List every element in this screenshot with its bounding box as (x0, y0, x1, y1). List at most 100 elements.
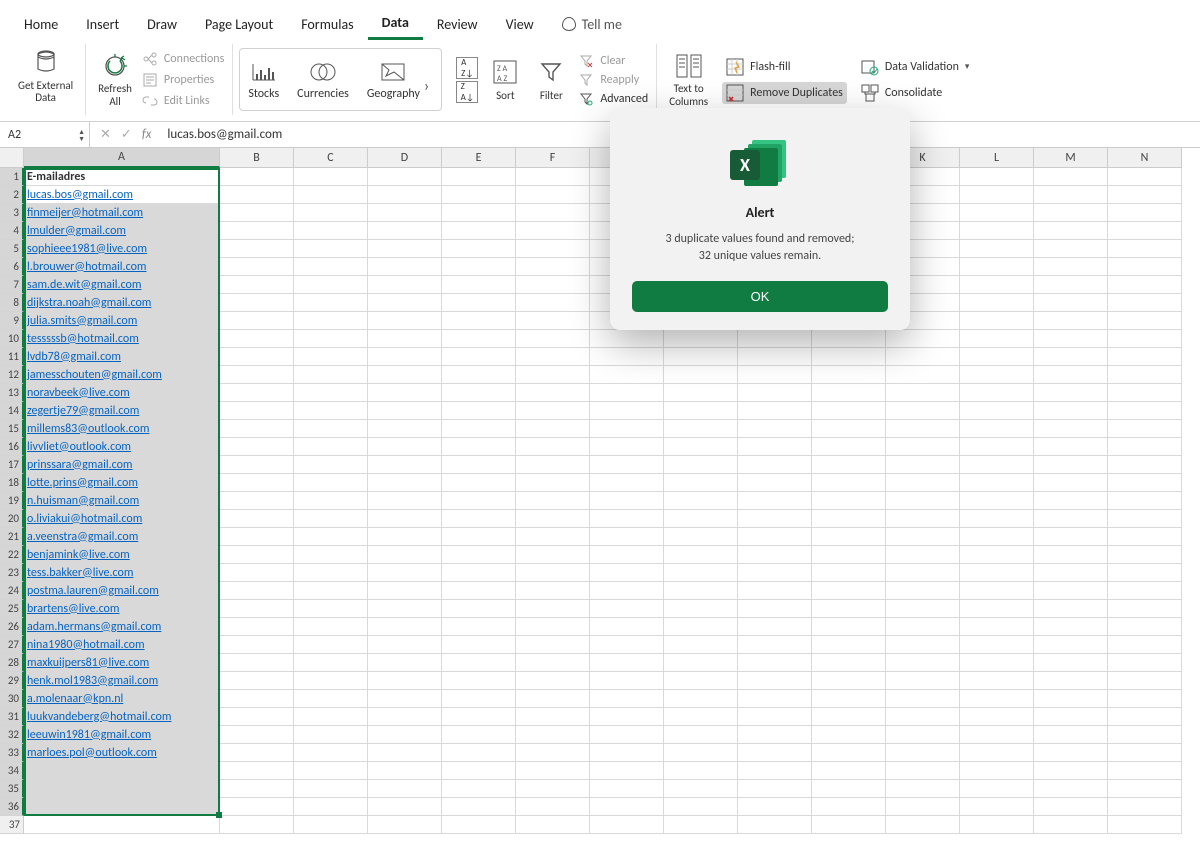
cell[interactable] (886, 654, 960, 672)
cell[interactable] (960, 474, 1034, 492)
cell[interactable] (294, 240, 368, 258)
cell[interactable] (664, 402, 738, 420)
cell[interactable] (1108, 816, 1182, 834)
cell[interactable] (960, 492, 1034, 510)
cell[interactable] (294, 546, 368, 564)
cell[interactable] (738, 384, 812, 402)
cell[interactable] (294, 276, 368, 294)
cell[interactable] (664, 564, 738, 582)
cell[interactable] (886, 366, 960, 384)
cell[interactable] (590, 816, 664, 834)
cell[interactable] (960, 258, 1034, 276)
cell[interactable] (516, 384, 590, 402)
cell[interactable] (516, 510, 590, 528)
cell[interactable] (442, 582, 516, 600)
cell[interactable] (590, 474, 664, 492)
tab-home[interactable]: Home (10, 10, 72, 39)
cell[interactable]: jamesschouten@gmail.com (24, 366, 220, 384)
column-header-B[interactable]: B (220, 148, 294, 168)
cell[interactable] (368, 744, 442, 762)
row-header[interactable]: 20 (0, 510, 24, 528)
cell[interactable] (516, 402, 590, 420)
cell[interactable] (590, 366, 664, 384)
row-header[interactable]: 11 (0, 348, 24, 366)
column-header-A[interactable]: A (24, 148, 220, 168)
column-header-M[interactable]: M (1034, 148, 1108, 168)
row-header[interactable]: 5 (0, 240, 24, 258)
cell[interactable] (442, 726, 516, 744)
cell[interactable] (368, 330, 442, 348)
cell[interactable] (886, 636, 960, 654)
cell[interactable] (368, 312, 442, 330)
cell[interactable] (664, 636, 738, 654)
cell[interactable] (368, 636, 442, 654)
cell[interactable] (368, 438, 442, 456)
cell[interactable]: brartens@live.com (24, 600, 220, 618)
cell[interactable] (664, 474, 738, 492)
cell[interactable] (738, 366, 812, 384)
cell[interactable] (294, 222, 368, 240)
cell[interactable] (738, 816, 812, 834)
cell[interactable] (590, 744, 664, 762)
cell[interactable] (960, 204, 1034, 222)
cell[interactable] (738, 474, 812, 492)
cell[interactable] (220, 168, 294, 186)
cell[interactable] (664, 348, 738, 366)
cell[interactable] (294, 744, 368, 762)
cell[interactable] (664, 708, 738, 726)
cell[interactable] (1034, 186, 1108, 204)
cell[interactable] (220, 708, 294, 726)
row-header[interactable]: 34 (0, 762, 24, 780)
cell[interactable] (1108, 492, 1182, 510)
cell[interactable] (516, 798, 590, 816)
column-header-L[interactable]: L (960, 148, 1034, 168)
column-header-D[interactable]: D (368, 148, 442, 168)
row-header[interactable]: 36 (0, 798, 24, 816)
cell[interactable] (664, 744, 738, 762)
cell[interactable]: E-mailadres (24, 168, 220, 186)
tab-view[interactable]: View (492, 10, 548, 39)
spreadsheet-grid[interactable]: ABCDEFGHIJKLMN 1E-mailadres2lucas.bos@gm… (0, 148, 1200, 834)
cell[interactable] (368, 582, 442, 600)
cell[interactable] (664, 618, 738, 636)
cell[interactable] (1108, 312, 1182, 330)
cell[interactable] (1034, 312, 1108, 330)
name-box-stepper-icon[interactable]: ▲▼ (78, 128, 85, 142)
cell[interactable] (1108, 564, 1182, 582)
cell[interactable] (664, 690, 738, 708)
cell[interactable] (516, 582, 590, 600)
cell[interactable] (294, 186, 368, 204)
cell[interactable] (442, 798, 516, 816)
cell[interactable] (294, 330, 368, 348)
cell[interactable] (886, 402, 960, 420)
cell[interactable] (590, 654, 664, 672)
cell[interactable] (442, 312, 516, 330)
row-header[interactable]: 32 (0, 726, 24, 744)
cell[interactable] (664, 600, 738, 618)
cell[interactable]: lvdb78@gmail.com (24, 348, 220, 366)
cell[interactable] (442, 420, 516, 438)
cell[interactable] (590, 564, 664, 582)
cell[interactable]: nina1980@hotmail.com (24, 636, 220, 654)
cell[interactable] (590, 330, 664, 348)
cell[interactable] (886, 492, 960, 510)
cell[interactable] (1108, 636, 1182, 654)
cell[interactable] (368, 204, 442, 222)
cell[interactable] (1034, 258, 1108, 276)
cell[interactable] (368, 780, 442, 798)
cell[interactable] (738, 456, 812, 474)
cell[interactable] (516, 708, 590, 726)
cell[interactable] (442, 474, 516, 492)
cell[interactable] (664, 384, 738, 402)
cell[interactable] (442, 510, 516, 528)
cell[interactable] (368, 384, 442, 402)
cell[interactable] (220, 816, 294, 834)
cell[interactable]: leeuwin1981@gmail.com (24, 726, 220, 744)
cell[interactable] (442, 222, 516, 240)
cell[interactable] (220, 636, 294, 654)
cell[interactable] (1108, 726, 1182, 744)
cell[interactable] (1034, 672, 1108, 690)
cell[interactable] (1108, 690, 1182, 708)
cell[interactable] (812, 330, 886, 348)
cell[interactable] (442, 330, 516, 348)
